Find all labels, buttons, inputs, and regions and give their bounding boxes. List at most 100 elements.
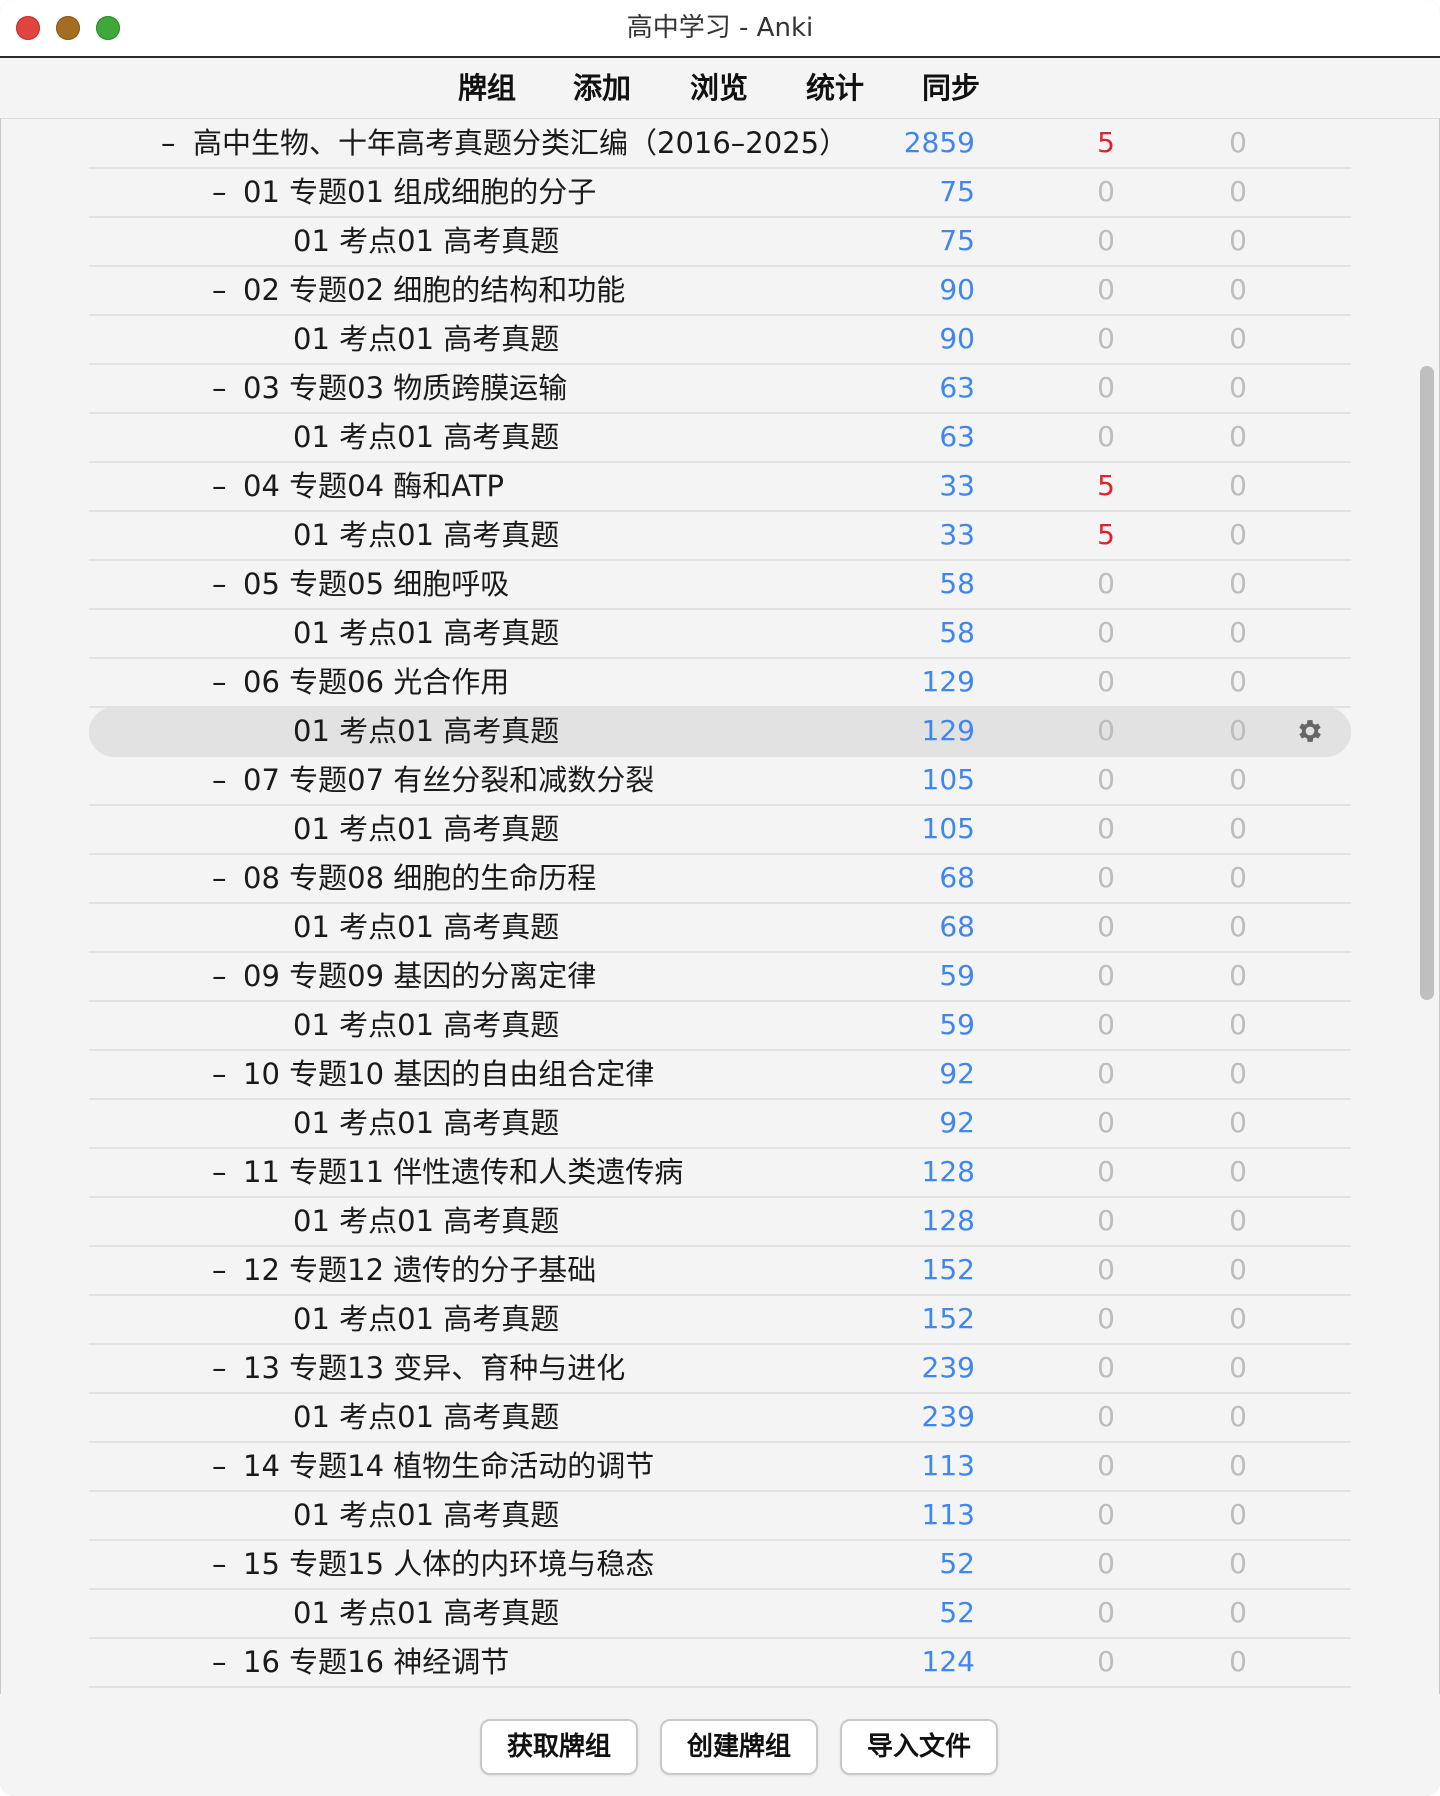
collapse-toggle[interactable]: –	[212, 1442, 227, 1490]
deck-name[interactable]: 14 专题14 植物生命活动的调节	[243, 1442, 654, 1490]
collapse-toggle[interactable]: –	[212, 1344, 227, 1392]
deck-row[interactable]: –07 专题07 有丝分裂和减数分裂 105 0 0	[89, 756, 1351, 806]
deck-row[interactable]: –01 专题01 组成细胞的分子 75 0 0	[89, 168, 1351, 218]
deck-name[interactable]: 11 专题11 伴性遗传和人类遗传病	[243, 1148, 683, 1196]
deck-row[interactable]: 01 考点01 高考真题 52 0 0	[89, 1589, 1351, 1639]
deck-row[interactable]: 01 考点01 高考真题 113 0 0	[89, 1491, 1351, 1541]
collapse-toggle[interactable]: –	[212, 854, 227, 902]
deck-name[interactable]: 01 考点01 高考真题	[293, 1491, 559, 1539]
deck-name[interactable]: 01 专题01 组成细胞的分子	[243, 168, 596, 216]
collapse-toggle[interactable]: –	[161, 119, 176, 167]
deck-row[interactable]: 01 考点01 高考真题 90 0 0	[89, 315, 1351, 365]
deck-name[interactable]: 03 专题03 物质跨膜运输	[243, 364, 567, 412]
deck-name[interactable]: 15 专题15 人体的内环境与稳态	[243, 1540, 654, 1588]
deck-row[interactable]: 01 考点01 高考真题 129 0 0	[89, 707, 1351, 757]
collapse-toggle[interactable]: –	[212, 1050, 227, 1098]
new-count: 128	[921, 1155, 975, 1188]
new-count: 52	[939, 1547, 975, 1580]
deck-row[interactable]: 01 考点01 高考真题 58 0 0	[89, 609, 1351, 659]
deck-row[interactable]: –03 专题03 物质跨膜运输 63 0 0	[89, 364, 1351, 414]
deck-row[interactable]: – 高中生物、十年高考真题分类汇编（2016–2025） 2859 5 0	[89, 119, 1351, 169]
import-file-button[interactable]: 导入文件	[840, 1719, 998, 1775]
deck-name[interactable]: 04 专题04 酶和ATP	[243, 462, 504, 510]
collapse-toggle[interactable]: –	[212, 266, 227, 314]
collapse-toggle[interactable]: –	[212, 168, 227, 216]
deck-name[interactable]: 01 考点01 高考真题	[293, 805, 559, 853]
deck-row[interactable]: –10 专题10 基因的自由组合定律 92 0 0	[89, 1050, 1351, 1100]
deck-name[interactable]: 13 专题13 变异、育种与进化	[243, 1344, 625, 1392]
toolbar-sync[interactable]: 同步	[922, 58, 980, 118]
deck-name[interactable]: 08 专题08 细胞的生命历程	[243, 854, 596, 902]
learn-count: 0	[1097, 1155, 1115, 1188]
deck-row[interactable]: –16 专题16 神经调节 124 0 0	[89, 1638, 1351, 1688]
deck-name[interactable]: 01 考点01 高考真题	[293, 1001, 559, 1049]
collapse-toggle[interactable]: –	[212, 462, 227, 510]
deck-row[interactable]: –05 专题05 细胞呼吸 58 0 0	[89, 560, 1351, 610]
deck-row[interactable]: 01 考点01 高考真题 63 0 0	[89, 413, 1351, 463]
gear-icon[interactable]	[1295, 716, 1325, 746]
collapse-toggle[interactable]: –	[212, 1638, 227, 1686]
collapse-toggle[interactable]: –	[212, 560, 227, 608]
deck-name[interactable]: 16 专题16 神经调节	[243, 1638, 509, 1686]
toolbar-stats[interactable]: 统计	[806, 58, 864, 118]
deck-row[interactable]: 01 考点01 高考真题 33 5 0	[89, 511, 1351, 561]
due-count: 0	[1229, 812, 1247, 845]
deck-row[interactable]: 01 考点01 高考真题 68 0 0	[89, 903, 1351, 953]
deck-name[interactable]: 01 考点01 高考真题	[293, 1393, 559, 1441]
deck-name[interactable]: 01 考点01 高考真题	[293, 1589, 559, 1637]
deck-row[interactable]: –06 专题06 光合作用 129 0 0	[89, 658, 1351, 708]
deck-name[interactable]: 01 考点01 高考真题	[293, 609, 559, 657]
deck-name[interactable]: 05 专题05 细胞呼吸	[243, 560, 509, 608]
deck-row[interactable]: –13 专题13 变异、育种与进化 239 0 0	[89, 1344, 1351, 1394]
deck-row[interactable]: –08 专题08 细胞的生命历程 68 0 0	[89, 854, 1351, 904]
due-count: 0	[1229, 1253, 1247, 1286]
deck-name[interactable]: 01 考点01 高考真题	[293, 903, 559, 951]
collapse-toggle[interactable]: –	[212, 364, 227, 412]
new-count: 59	[939, 1008, 975, 1041]
deck-row[interactable]: 01 考点01 高考真题 152 0 0	[89, 1295, 1351, 1345]
deck-row[interactable]: –14 专题14 植物生命活动的调节 113 0 0	[89, 1442, 1351, 1492]
new-count: 63	[939, 371, 975, 404]
deck-row[interactable]: 01 考点01 高考真题 128 0 0	[89, 1197, 1351, 1247]
toolbar-browse[interactable]: 浏览	[690, 58, 748, 118]
deck-name[interactable]: 02 专题02 细胞的结构和功能	[243, 266, 625, 314]
deck-row[interactable]: –09 专题09 基因的分离定律 59 0 0	[89, 952, 1351, 1002]
deck-list-scrollbar[interactable]	[1420, 366, 1434, 1000]
deck-name[interactable]: 01 考点01 高考真题	[293, 511, 559, 559]
deck-name[interactable]: 06 专题06 光合作用	[243, 658, 509, 706]
deck-row[interactable]: 01 考点01 高考真题 59 0 0	[89, 1001, 1351, 1051]
deck-name[interactable]: 09 专题09 基因的分离定律	[243, 952, 596, 1000]
deck-row[interactable]: –04 专题04 酶和ATP 33 5 0	[89, 462, 1351, 512]
toolbar-decks[interactable]: 牌组	[458, 58, 516, 118]
deck-row[interactable]: –11 专题11 伴性遗传和人类遗传病 128 0 0	[89, 1148, 1351, 1198]
due-count: 0	[1229, 175, 1247, 208]
deck-row[interactable]: 01 考点01 高考真题 92 0 0	[89, 1099, 1351, 1149]
deck-name[interactable]: 01 考点01 高考真题	[293, 1295, 559, 1343]
create-deck-button[interactable]: 创建牌组	[660, 1719, 818, 1775]
learn-count: 0	[1097, 714, 1115, 747]
collapse-toggle[interactable]: –	[212, 658, 227, 706]
deck-name[interactable]: 01 考点01 高考真题	[293, 217, 559, 265]
deck-row[interactable]: –02 专题02 细胞的结构和功能 90 0 0	[89, 266, 1351, 316]
deck-name[interactable]: 高中生物、十年高考真题分类汇编（2016–2025）	[193, 119, 848, 167]
deck-name[interactable]: 01 考点01 高考真题	[293, 1099, 559, 1147]
deck-name[interactable]: 01 考点01 高考真题	[293, 315, 559, 363]
collapse-toggle[interactable]: –	[212, 1246, 227, 1294]
collapse-toggle[interactable]: –	[212, 756, 227, 804]
deck-row[interactable]: 01 考点01 高考真题 75 0 0	[89, 217, 1351, 267]
deck-row[interactable]: –15 专题15 人体的内环境与稳态 52 0 0	[89, 1540, 1351, 1590]
collapse-toggle[interactable]: –	[212, 1148, 227, 1196]
deck-row[interactable]: 01 考点01 高考真题 105 0 0	[89, 805, 1351, 855]
get-shared-button[interactable]: 获取牌组	[480, 1719, 638, 1775]
deck-name[interactable]: 01 考点01 高考真题	[293, 707, 559, 755]
deck-name[interactable]: 01 考点01 高考真题	[293, 413, 559, 461]
deck-row[interactable]: 01 考点01 高考真题 239 0 0	[89, 1393, 1351, 1443]
deck-row[interactable]: –12 专题12 遗传的分子基础 152 0 0	[89, 1246, 1351, 1296]
collapse-toggle[interactable]: –	[212, 1540, 227, 1588]
toolbar-add[interactable]: 添加	[573, 58, 631, 118]
deck-name[interactable]: 12 专题12 遗传的分子基础	[243, 1246, 596, 1294]
deck-name[interactable]: 10 专题10 基因的自由组合定律	[243, 1050, 654, 1098]
deck-name[interactable]: 01 考点01 高考真题	[293, 1197, 559, 1245]
collapse-toggle[interactable]: –	[212, 952, 227, 1000]
deck-name[interactable]: 07 专题07 有丝分裂和减数分裂	[243, 756, 654, 804]
